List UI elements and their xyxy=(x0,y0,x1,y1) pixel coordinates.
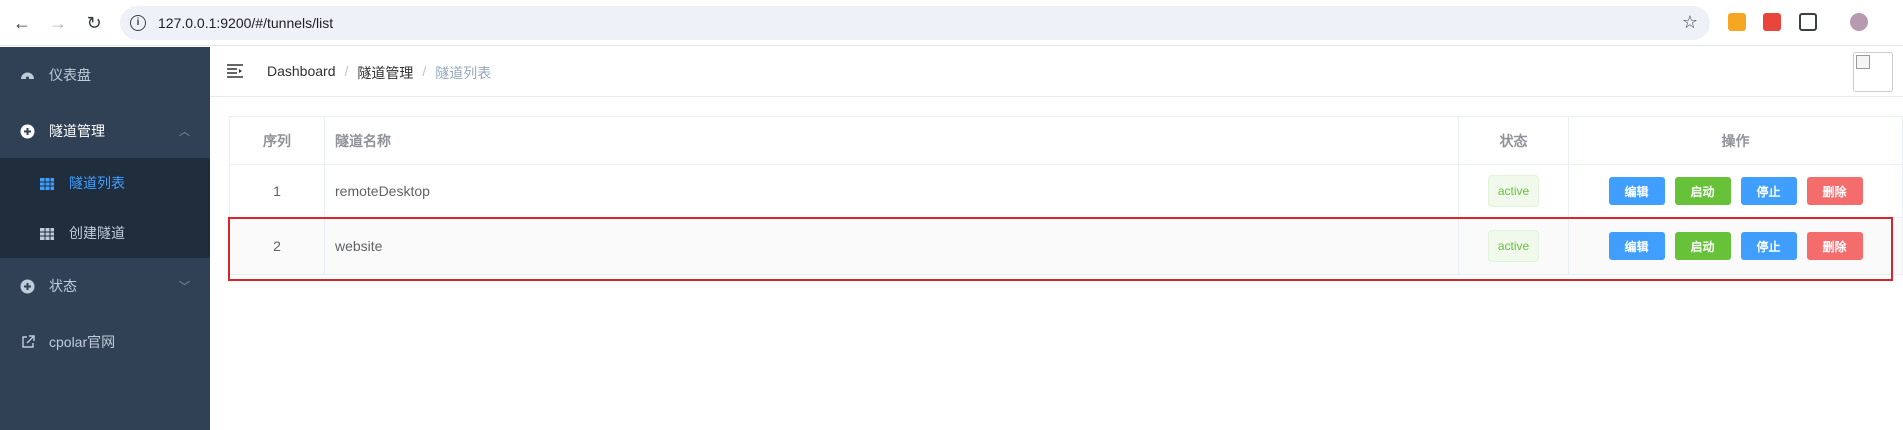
start-button[interactable]: 启动 xyxy=(1674,232,1731,260)
breadcrumb-tunnel-management[interactable]: 隧道管理 xyxy=(357,63,413,83)
back-icon[interactable]: ← xyxy=(9,10,35,36)
breadcrumb-current: 隧道列表 xyxy=(435,65,492,81)
sidebar-item-status[interactable]: 状态 ﹀ xyxy=(0,258,210,314)
edit-button[interactable]: 编辑 xyxy=(1608,177,1665,205)
hamburger-icon[interactable] xyxy=(227,64,243,78)
table-header: 序列 隧道名称 状态 操作 xyxy=(230,117,1903,165)
breadcrumb: Dashboard / 隧道管理 / 隧道列表 xyxy=(267,63,491,83)
sidebar-item-label: 仪表盘 xyxy=(49,67,91,83)
forward-icon[interactable]: → xyxy=(45,10,71,36)
row-index: 1 xyxy=(230,165,325,217)
breadcrumb-separator: / xyxy=(344,63,349,79)
table-icon xyxy=(40,177,54,190)
sidebar-item-label: 隧道列表 xyxy=(69,175,125,191)
chevron-up-icon: ︿ xyxy=(179,126,190,138)
status-cell: active xyxy=(1459,165,1569,217)
avatar[interactable] xyxy=(1853,52,1893,92)
sidebar-item-label: 创建隧道 xyxy=(69,225,125,241)
sidebar-item-create-tunnel[interactable]: 创建隧道 xyxy=(0,208,210,258)
table-row: 2 website active 编辑 启动 停止 删除 xyxy=(230,218,1903,275)
delete-button[interactable]: 删除 xyxy=(1806,177,1863,205)
tunnel-table: 序列 隧道名称 状态 操作 1 remoteDesktop active 编辑 … xyxy=(229,116,1903,275)
bookmark-star-icon[interactable]: ☆ xyxy=(1682,12,1698,33)
column-header-status: 状态 xyxy=(1459,117,1569,164)
external-link-icon xyxy=(20,335,35,350)
address-bar[interactable]: i 127.0.0.1:9200/#/tunnels/list ☆ xyxy=(120,6,1710,40)
actions-cell: 编辑 启动 停止 删除 xyxy=(1569,165,1903,217)
reload-icon[interactable]: ↻ xyxy=(81,10,107,36)
status-cell: active xyxy=(1459,218,1569,274)
sidebar-item-tunnel-management[interactable]: 隧道管理 ︿ xyxy=(0,103,210,159)
main-content: Dashboard / 隧道管理 / 隧道列表 序列 隧道名称 状态 操作 1 … xyxy=(210,47,1903,430)
sidebar-item-label: cpolar官网 xyxy=(49,334,116,350)
tunnel-name: remoteDesktop xyxy=(325,165,1459,217)
status-badge: active xyxy=(1487,230,1540,262)
sidebar-item-cpolar-website[interactable]: cpolar官网 xyxy=(0,314,210,370)
start-button[interactable]: 启动 xyxy=(1674,177,1731,205)
table-row: 1 remoteDesktop active 编辑 启动 停止 删除 xyxy=(230,165,1903,218)
stop-button[interactable]: 停止 xyxy=(1740,177,1797,205)
profile-avatar-icon[interactable] xyxy=(1850,13,1868,31)
browser-toolbar: ← → ↻ i 127.0.0.1:9200/#/tunnels/list ☆ xyxy=(0,0,1903,46)
sidebar-item-dashboard[interactable]: 仪表盘 xyxy=(0,47,210,103)
edit-button[interactable]: 编辑 xyxy=(1608,232,1665,260)
row-index: 2 xyxy=(230,218,325,274)
breadcrumb-dashboard[interactable]: Dashboard xyxy=(267,63,336,83)
delete-button[interactable]: 删除 xyxy=(1806,232,1863,260)
broken-image-icon xyxy=(1856,55,1870,69)
status-badge: active xyxy=(1487,175,1540,207)
submenu: 隧道列表 创建隧道 xyxy=(0,158,210,258)
sidebar-item-label: 隧道管理 xyxy=(49,123,105,139)
site-info-icon[interactable]: i xyxy=(130,15,146,31)
extension-icon[interactable] xyxy=(1763,13,1781,31)
actions-cell: 编辑 启动 停止 删除 xyxy=(1569,218,1903,274)
chevron-down-icon: ﹀ xyxy=(179,281,190,293)
column-header-index: 序列 xyxy=(230,117,325,164)
navbar: Dashboard / 隧道管理 / 隧道列表 xyxy=(210,47,1903,97)
dashboard-icon xyxy=(20,68,35,83)
extension-icon[interactable] xyxy=(1728,13,1746,31)
plus-circle-icon xyxy=(20,124,35,139)
extensions-puzzle-icon[interactable] xyxy=(1799,13,1817,31)
table-icon xyxy=(40,227,54,240)
tunnel-name: website xyxy=(325,218,1459,274)
url-text[interactable]: 127.0.0.1:9200/#/tunnels/list xyxy=(158,15,333,31)
sidebar-item-label: 状态 xyxy=(49,278,77,294)
sidebar: 仪表盘 隧道管理 ︿ 隧道列表 创建隧道 状态 ﹀ cpolar官网 xyxy=(0,47,210,430)
breadcrumb-separator: / xyxy=(422,63,427,79)
plus-circle-icon xyxy=(20,279,35,294)
stop-button[interactable]: 停止 xyxy=(1740,232,1797,260)
column-header-name: 隧道名称 xyxy=(325,117,1459,164)
sidebar-item-tunnel-list[interactable]: 隧道列表 xyxy=(0,158,210,208)
column-header-actions: 操作 xyxy=(1569,117,1903,164)
